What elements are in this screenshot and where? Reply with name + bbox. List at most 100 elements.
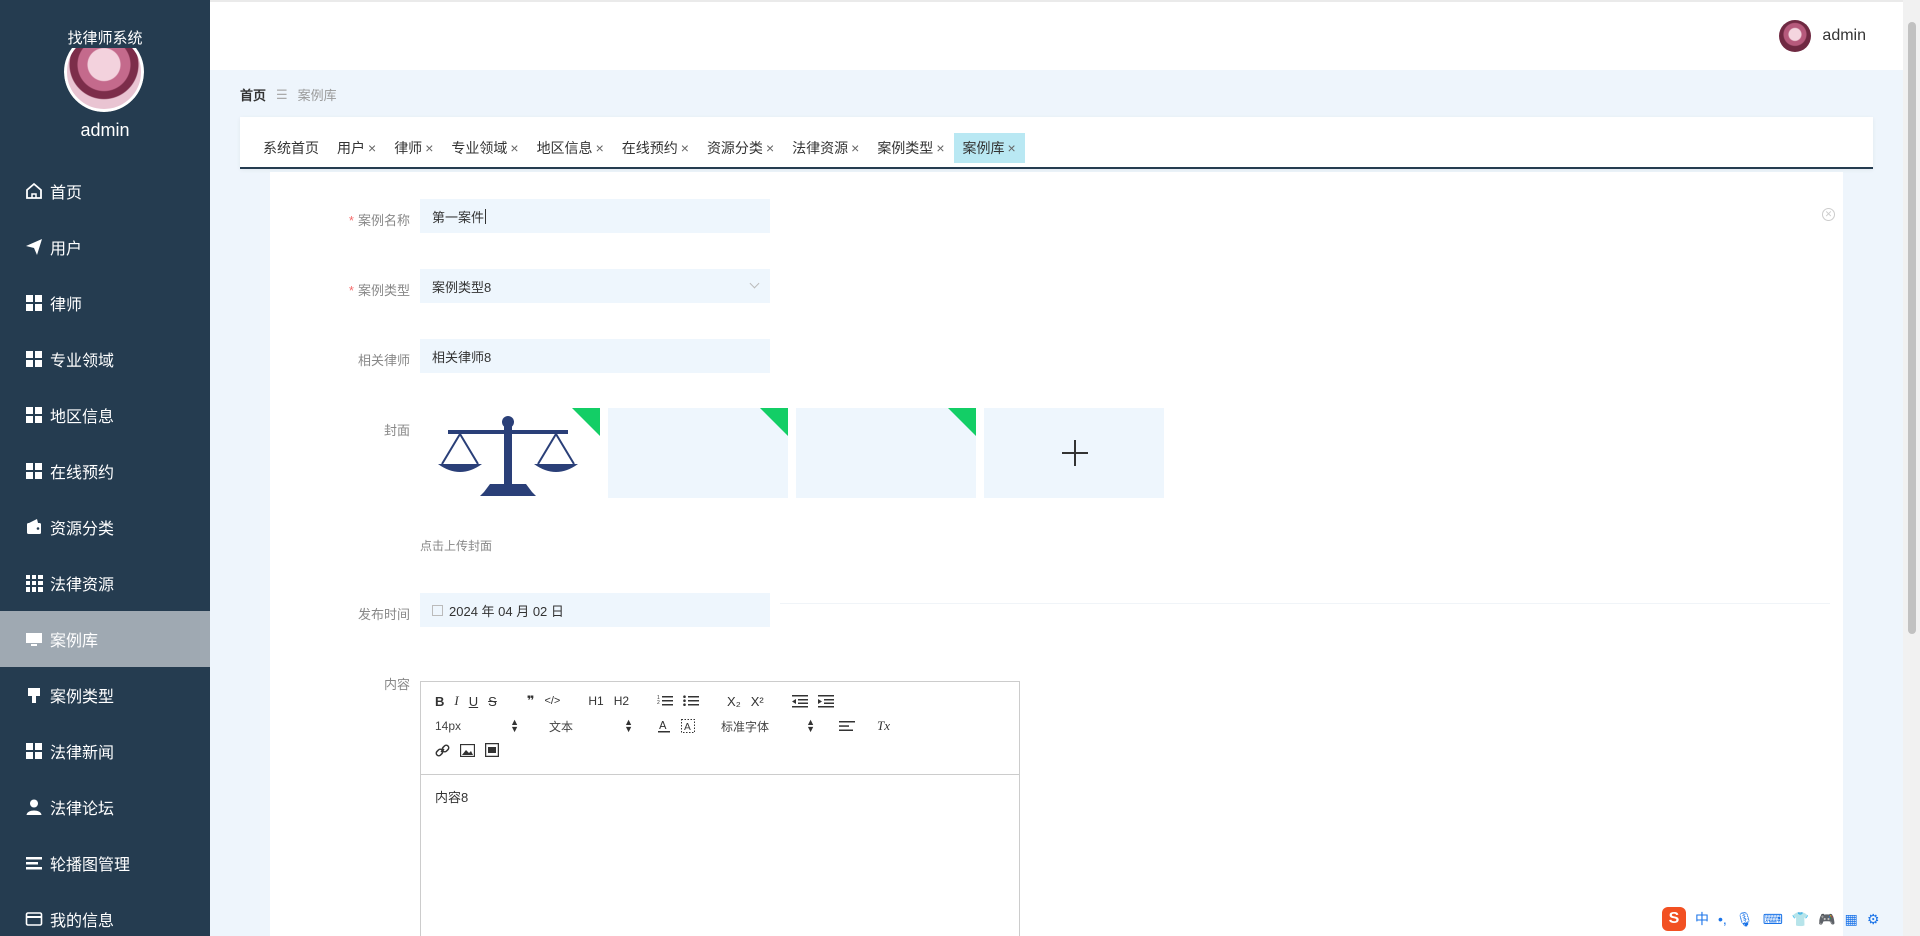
h1-button[interactable]: H1	[588, 692, 603, 710]
ordered-list-icon[interactable]: 12	[657, 692, 674, 710]
bullet-list-icon[interactable]	[683, 692, 700, 710]
indent-icon[interactable]	[817, 692, 834, 710]
lawyer-value: 相关律师8	[432, 349, 492, 365]
editor-text: 内容8	[435, 790, 469, 805]
tab-case-type[interactable]: 案例类型 ×	[868, 133, 953, 163]
tab-lawyers[interactable]: 律师 ×	[385, 133, 442, 163]
editor-content[interactable]: 内容8	[421, 775, 1019, 818]
tab-case-library[interactable]: 案例库 ×	[953, 133, 1025, 163]
sidebar-menu: 首页 用户 律师 专业领域 地区信息 在线预约 资源分类 法律资源 案例库 案例…	[0, 163, 210, 936]
sidebar-item-label: 法律新闻	[50, 745, 115, 762]
image-icon[interactable]	[460, 741, 475, 759]
tab-label: 系统首页	[263, 140, 319, 156]
sidebar-item-label: 专业领域	[50, 353, 115, 370]
breadcrumb-home[interactable]: 首页	[240, 85, 266, 104]
uploaded-badge	[948, 408, 976, 436]
close-icon[interactable]: ×	[936, 140, 944, 156]
block-type-select[interactable]: 文本 ▲ ▼	[549, 718, 633, 735]
cover-image-2[interactable]	[608, 408, 788, 498]
font-size-select[interactable]: 14px ▲ ▼	[435, 718, 519, 734]
game-icon[interactable]: 🎮	[1818, 911, 1835, 928]
lawyer-input[interactable]: 相关律师8	[420, 339, 770, 373]
tab-specialty[interactable]: 专业领域 ×	[442, 133, 527, 163]
sidebar-item-carousel[interactable]: 轮播图管理	[0, 835, 210, 891]
sidebar-item-label: 资源分类	[50, 521, 115, 538]
tab-users[interactable]: 用户 ×	[328, 133, 385, 163]
case-form: ✕ * 案例名称 第一案件 * 案例类型 案例类型8 相关律师 相关律师8 封面 点…	[270, 172, 1843, 936]
top-header: admin	[210, 0, 1920, 70]
sidebar-username: admin	[80, 120, 130, 140]
video-icon[interactable]	[485, 741, 499, 759]
case-name-input[interactable]: 第一案件	[420, 199, 770, 233]
sidebar-item-lawyers[interactable]: 律师	[0, 275, 210, 331]
grid-icon	[24, 405, 44, 425]
font-color-icon[interactable]: A	[657, 717, 671, 735]
avatar[interactable]	[1779, 20, 1812, 52]
close-icon[interactable]: ×	[596, 140, 604, 156]
font-family-select[interactable]: 标准字体 ▲ ▼	[721, 718, 815, 735]
sidebar-item-specialty[interactable]: 专业领域	[0, 331, 210, 387]
sidebar-item-label: 用户	[50, 241, 83, 258]
close-icon[interactable]: ×	[425, 140, 433, 156]
strike-button[interactable]: S	[488, 692, 497, 710]
background-color-icon[interactable]: A	[681, 717, 695, 735]
sidebar-item-label: 在线预约	[50, 465, 115, 482]
italic-button[interactable]: I	[454, 692, 458, 710]
punctuation-icon[interactable]: •,	[1718, 911, 1727, 927]
sidebar-item-legal-forum[interactable]: 法律论坛	[0, 779, 210, 835]
align-icon[interactable]	[839, 717, 855, 735]
underline-button[interactable]: U	[469, 692, 478, 710]
keyboard-icon[interactable]: ⌨	[1763, 911, 1783, 928]
cover-upload-hint: 点击上传封面	[420, 539, 493, 553]
user-icon	[24, 797, 44, 817]
tab-resource-category[interactable]: 资源分类 ×	[698, 133, 783, 163]
code-button[interactable]: </>	[544, 692, 560, 710]
tab-home[interactable]: 系统首页	[254, 133, 328, 163]
sidebar-item-legal-news[interactable]: 法律新闻	[0, 723, 210, 779]
close-icon[interactable]: ×	[368, 140, 376, 156]
user-menu[interactable]: admin	[1779, 20, 1866, 52]
skin-icon[interactable]: 👕	[1792, 911, 1809, 928]
h2-button[interactable]: H2	[614, 692, 629, 710]
sidebar-item-case-library[interactable]: 案例库	[0, 611, 210, 667]
sidebar-item-resource-category[interactable]: 资源分类	[0, 499, 210, 555]
sidebar-item-case-type[interactable]: 案例类型	[0, 667, 210, 723]
sidebar-item-my-info[interactable]: 我的信息	[0, 891, 210, 936]
sidebar-item-appointment[interactable]: 在线预约	[0, 443, 210, 499]
close-icon[interactable]: ×	[851, 140, 859, 156]
ime-lang-label[interactable]: 中	[1695, 909, 1709, 929]
microphone-icon[interactable]: 🎙	[1736, 911, 1754, 928]
link-icon[interactable]	[435, 741, 450, 759]
sidebar-item-users[interactable]: 用户	[0, 219, 210, 275]
cover-image-1[interactable]	[420, 408, 600, 498]
cover-image-3[interactable]	[796, 408, 976, 498]
quote-button[interactable]: ❞	[527, 692, 535, 710]
close-icon[interactable]: ×	[1008, 140, 1016, 156]
add-cover-button[interactable]	[984, 408, 1164, 498]
publish-date-picker[interactable]: 2024 年 04 月 02 日	[420, 593, 770, 627]
tab-appointment[interactable]: 在线预约 ×	[613, 133, 698, 163]
settings-icon[interactable]: ⚙	[1867, 911, 1880, 928]
ime-toolbar[interactable]: S 中 •, 🎙 ⌨ 👕 🎮 ▦ ⚙	[1662, 907, 1879, 931]
case-type-select[interactable]: 案例类型8	[420, 269, 770, 303]
close-icon[interactable]: ×	[766, 140, 774, 156]
updown-icon: ▲ ▼	[624, 717, 633, 734]
clear-format-button[interactable]: Tx	[877, 717, 890, 735]
clear-icon[interactable]: ✕	[1822, 208, 1835, 221]
tab-legal-resource[interactable]: 法律资源 ×	[783, 133, 868, 163]
sogou-logo-icon[interactable]: S	[1662, 907, 1686, 931]
close-icon[interactable]: ×	[681, 140, 689, 156]
scrollbar-thumb[interactable]	[1908, 22, 1916, 634]
superscript-button[interactable]: X²	[751, 692, 764, 710]
subscript-button[interactable]: X₂	[727, 692, 741, 710]
sidebar-item-home[interactable]: 首页	[0, 163, 210, 219]
sidebar-item-legal-resource[interactable]: 法律资源	[0, 555, 210, 611]
close-icon[interactable]: ×	[510, 140, 518, 156]
toolbox-icon[interactable]: ▦	[1845, 911, 1858, 928]
chevron-down-icon	[749, 278, 760, 289]
tab-region[interactable]: 地区信息 ×	[528, 133, 613, 163]
sidebar-item-region[interactable]: 地区信息	[0, 387, 210, 443]
outdent-icon[interactable]	[791, 692, 808, 710]
bold-button[interactable]: B	[435, 692, 444, 710]
page-scrollbar[interactable]	[1903, 0, 1920, 936]
